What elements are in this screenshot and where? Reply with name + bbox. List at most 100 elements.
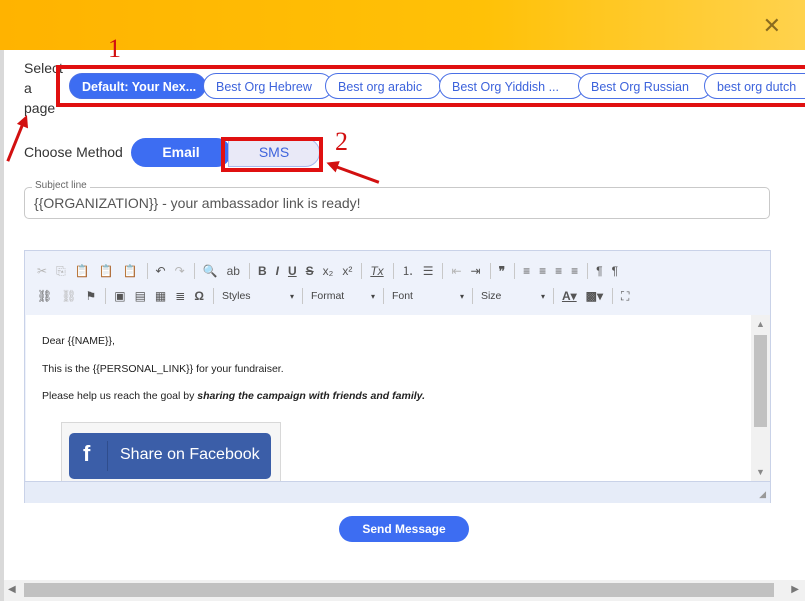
link-icon[interactable]: ⛓ xyxy=(37,288,52,304)
facebook-icon: f xyxy=(83,441,91,466)
scroll-up-icon[interactable]: ▲ xyxy=(756,319,765,329)
replace-icon[interactable]: ab xyxy=(227,263,240,279)
annotation-box-2 xyxy=(221,137,323,172)
italic-icon[interactable]: I xyxy=(276,263,279,279)
horizontal-rule-icon[interactable]: ≣ xyxy=(175,288,185,304)
anchor-flag-icon[interactable]: ⚑ xyxy=(85,288,96,304)
toolbar-separator xyxy=(392,263,394,279)
styles-label: Styles xyxy=(221,290,251,302)
annotation-number-1: 1 xyxy=(108,34,121,63)
facebook-divider xyxy=(107,441,108,471)
annotation-number-2: 2 xyxy=(335,127,348,156)
paste-word-icon[interactable]: 📋 xyxy=(123,263,138,279)
text-color-icon[interactable]: A▾ xyxy=(562,288,577,304)
outdent-icon[interactable]: ⇤ xyxy=(451,263,461,279)
toolbar-separator xyxy=(489,263,491,279)
styles-dropdown[interactable]: Styles ▾ xyxy=(222,290,294,302)
image-icon[interactable]: ▣ xyxy=(114,288,125,304)
find-icon[interactable]: 🔍 xyxy=(203,263,218,279)
select-page-label-line3: page xyxy=(24,100,56,116)
toolbar-separator xyxy=(212,288,214,304)
rtl-icon[interactable]: ¶ xyxy=(612,263,618,279)
request-emphasis: sharing the campaign with friends and fa… xyxy=(197,390,426,402)
redo-icon[interactable]: ↷ xyxy=(175,263,185,279)
request-plain: Please help us reach the goal by xyxy=(42,390,198,402)
toolbar-separator xyxy=(552,288,554,304)
remove-format-icon[interactable]: Tx xyxy=(370,263,383,279)
toolbar-row-1: ✂ ⎘ 📋 📋 📋 ↶ ↷ 🔍 ab B I U S x₂ x² Tx ⒈ ☰ … xyxy=(25,259,770,283)
toolbar-separator xyxy=(146,263,148,279)
window-edge xyxy=(0,0,4,601)
toolbar-separator xyxy=(361,263,363,279)
copy-icon[interactable]: ⎘ xyxy=(56,263,66,279)
annotation-arrow-2 xyxy=(329,163,380,184)
cut-icon[interactable]: ✂ xyxy=(37,263,47,279)
toolbar-separator xyxy=(514,263,516,279)
toolbar-separator xyxy=(471,288,473,304)
annotation-box-1 xyxy=(56,65,805,107)
chevron-down-icon: ▾ xyxy=(370,291,375,301)
bullet-list-icon[interactable]: ☰ xyxy=(423,263,434,279)
send-message-button[interactable]: Send Message xyxy=(339,516,469,542)
scroll-down-icon[interactable]: ▼ xyxy=(756,467,765,477)
chevron-down-icon: ▾ xyxy=(459,291,464,301)
underline-icon[interactable]: U xyxy=(288,263,297,279)
facebook-share-button[interactable]: f Share on Facebook xyxy=(69,433,271,479)
font-label: Font xyxy=(391,290,413,302)
format-label: Format xyxy=(310,290,345,302)
chevron-down-icon: ▾ xyxy=(540,291,545,301)
page-horizontal-scrollbar[interactable]: ◀ ▶ xyxy=(4,580,805,601)
background-color-icon[interactable]: ▩▾ xyxy=(586,288,603,304)
facebook-share-wrapper: f Share on Facebook xyxy=(61,422,281,481)
chevron-down-icon: ▾ xyxy=(289,291,294,301)
toolbar-separator xyxy=(248,263,250,279)
media-icon[interactable]: ▤ xyxy=(135,288,146,304)
scroll-left-icon[interactable]: ◀ xyxy=(8,584,16,595)
paste-icon[interactable]: 📋 xyxy=(75,263,90,279)
superscript-icon[interactable]: x² xyxy=(342,263,352,279)
editor-scroll-thumb[interactable] xyxy=(754,335,767,427)
align-right-icon[interactable]: ≡ xyxy=(555,263,562,279)
font-dropdown[interactable]: Font ▾ xyxy=(392,290,464,302)
unlink-icon[interactable]: ⛓ xyxy=(61,288,76,304)
resize-handle-icon[interactable]: ◢ xyxy=(759,489,766,500)
special-char-icon[interactable]: Ω xyxy=(194,288,204,304)
toolbar-separator xyxy=(382,288,384,304)
choose-method-label: Choose Method xyxy=(24,144,123,160)
subscript-icon[interactable]: x₂ xyxy=(323,263,334,279)
size-label: Size xyxy=(480,290,502,302)
rich-text-editor: ✂ ⎘ 📋 📋 📋 ↶ ↷ 🔍 ab B I U S x₂ x² Tx ⒈ ☰ … xyxy=(24,250,771,503)
strikethrough-icon[interactable]: S xyxy=(306,263,314,279)
subject-line-legend: Subject line xyxy=(32,180,90,191)
maximize-icon[interactable]: ⛶ xyxy=(621,288,629,304)
blockquote-icon[interactable]: ❞ xyxy=(499,263,505,279)
undo-icon[interactable]: ↶ xyxy=(156,263,166,279)
email-method-button[interactable]: Email xyxy=(131,138,231,167)
greeting-text: Dear {{NAME}}, xyxy=(42,335,115,347)
toolbar-separator xyxy=(612,288,614,304)
align-center-icon[interactable]: ≡ xyxy=(539,263,546,279)
editor-scrollbar[interactable]: ▲ ▼ xyxy=(751,315,770,481)
align-justify-icon[interactable]: ≡ xyxy=(571,263,578,279)
bold-icon[interactable]: B xyxy=(258,263,267,279)
toolbar-separator xyxy=(105,288,107,304)
subject-line-input[interactable]: {{ORGANIZATION}} - your ambassador link … xyxy=(24,187,770,219)
format-dropdown[interactable]: Format ▾ xyxy=(311,290,375,302)
table-icon[interactable]: ▦ xyxy=(155,288,166,304)
numbered-list-icon[interactable]: ⒈ xyxy=(402,263,414,279)
indent-icon[interactable]: ⇥ xyxy=(471,263,481,279)
toolbar-row-2: ⛓ ⛓ ⚑ ▣ ▤ ▦ ≣ Ω Styles ▾ Format ▾ Font ▾ Si… xyxy=(25,284,770,308)
align-left-icon[interactable]: ≡ xyxy=(523,263,530,279)
toolbar-separator xyxy=(442,263,444,279)
ltr-icon[interactable]: ¶ xyxy=(596,263,602,279)
close-icon[interactable]: ✕ xyxy=(763,13,781,39)
personal-link-text: This is the {{PERSONAL_LINK}} for your f… xyxy=(42,363,284,375)
scroll-right-icon[interactable]: ▶ xyxy=(791,584,799,595)
paste-text-icon[interactable]: 📋 xyxy=(99,263,114,279)
toolbar-separator xyxy=(301,288,303,304)
editor-content[interactable]: Dear {{NAME}}, This is the {{PERSONAL_LI… xyxy=(26,315,751,481)
size-dropdown[interactable]: Size ▾ xyxy=(481,290,545,302)
page-scroll-thumb[interactable] xyxy=(24,583,774,597)
editor-statusbar: ◢ xyxy=(25,481,770,503)
toolbar-separator xyxy=(193,263,195,279)
